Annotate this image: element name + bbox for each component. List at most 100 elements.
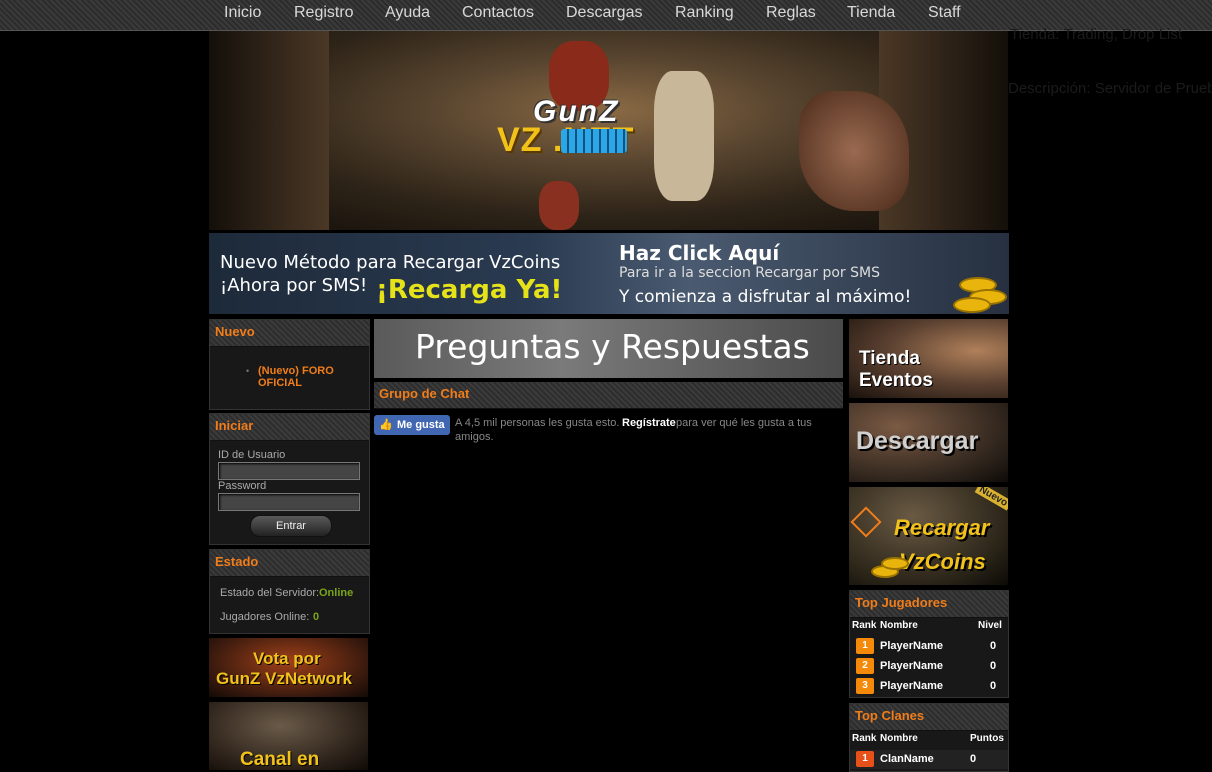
sms-click-sub2: Y comienza a disfrutar al máximo! <box>619 287 912 307</box>
login-title-bar: Iniciar <box>210 414 369 441</box>
recargar-banner[interactable]: Nuevo Recargar VzCoins <box>849 487 1008 585</box>
nav-inicio[interactable]: Inicio <box>224 4 261 22</box>
bullet-icon: • <box>246 366 250 376</box>
nav-reglas[interactable]: Reglas <box>766 4 816 22</box>
sms-recharge-banner[interactable]: Nuevo Método para Recargar VzCoins ¡Ahor… <box>209 233 1009 314</box>
clan-points: 0 <box>970 753 977 765</box>
nav-staff[interactable]: Staff <box>928 4 961 22</box>
top-players-col-rank: Rank <box>852 620 877 631</box>
tienda-eventos-banner[interactable]: Tienda Eventos <box>849 319 1008 398</box>
nav-contactos[interactable]: Contactos <box>462 4 534 22</box>
fb-like-text1: A 4,5 mil personas les gusta esto. <box>455 417 620 429</box>
player-level: 0 <box>990 680 997 692</box>
fb-like-button[interactable]: 👍 Me gusta <box>374 415 450 435</box>
header-character-girl <box>539 181 579 230</box>
fb-register-link[interactable]: Regístrate <box>622 417 676 429</box>
user-input[interactable] <box>218 462 360 480</box>
player-level: 0 <box>990 660 997 672</box>
descargar-label: Descargar <box>856 427 979 455</box>
player-level: 0 <box>990 640 997 652</box>
chat-panel-header: Grupo de Chat <box>374 382 843 409</box>
table-row[interactable]: 3 PlayerName 0 <box>850 677 1008 696</box>
top-players-panel: Top Jugadores Rank Nombre Nivel 1 Player… <box>849 590 1009 698</box>
rank-badge: 3 <box>856 678 874 694</box>
fb-like-label: Me gusta <box>397 419 445 431</box>
nav-registro[interactable]: Registro <box>294 4 354 22</box>
nav-descargas[interactable]: Descargas <box>566 4 642 22</box>
nuevo-title: Nuevo <box>215 324 255 339</box>
entrar-button[interactable]: Entrar <box>250 515 332 537</box>
player-name: PlayerName <box>880 680 943 692</box>
fb-like-text2: para ver qué les gusta a tus <box>676 417 812 429</box>
top-clans-col-points: Puntos <box>970 733 1004 744</box>
nav-ayuda[interactable]: Ayuda <box>385 4 430 22</box>
server-status-value: Online <box>319 587 354 599</box>
rank-badge: 1 <box>856 751 874 767</box>
faq-title: Preguntas y Respuestas <box>415 327 810 366</box>
header-wall-left <box>209 31 329 230</box>
sms-cta: ¡Recarga Ya! <box>376 275 563 305</box>
password-input[interactable] <box>218 493 360 511</box>
login-title: Iniciar <box>215 418 254 433</box>
sms-line1: Nuevo Método para Recargar VzCoins <box>220 252 561 273</box>
top-players-col-name: Nombre <box>880 620 918 631</box>
descargar-banner[interactable]: Descargar <box>849 403 1008 482</box>
login-panel: Iniciar ID de Usuario Password Entrar <box>209 413 370 545</box>
tienda-line2: Eventos <box>859 370 933 391</box>
top-clans-col-name: Nombre <box>880 733 918 744</box>
nav-ranking[interactable]: Ranking <box>675 4 734 22</box>
nuevo-title-bar: Nuevo <box>210 320 369 347</box>
rank-badge: 1 <box>856 638 874 654</box>
top-clans-title: Top Clanes <box>855 708 925 723</box>
top-players-col-level: Nivel <box>978 620 1002 631</box>
nuevo-item-foro[interactable]: (Nuevo) FORO OFICIAL <box>258 365 353 389</box>
top-clans-col-rank: Rank <box>852 733 877 744</box>
sms-click-title: Haz Click Aquí <box>619 241 780 265</box>
server-status-label: Estado del Servidor: <box>220 587 320 599</box>
player-name: PlayerName <box>880 660 943 672</box>
coin-icon <box>881 557 909 570</box>
players-online-label: Jugadores Online: <box>220 611 310 623</box>
player-name: PlayerName <box>880 640 943 652</box>
rank-badge: 2 <box>856 658 874 674</box>
top-players-title: Top Jugadores <box>855 595 948 610</box>
recargar-line1: Recargar <box>894 515 990 540</box>
diamond-icon <box>850 506 882 538</box>
canal-line1: Canal en <box>240 749 320 770</box>
clan-name: ClanName <box>880 753 934 765</box>
status-title-bar: Estado <box>210 550 369 577</box>
top-players-title-bar: Top Jugadores <box>850 591 1008 618</box>
coin-icon <box>953 297 991 313</box>
nav-tienda[interactable]: Tienda <box>847 4 895 22</box>
vote-banner[interactable]: Vota por GunZ VzNetwork <box>209 638 368 697</box>
table-row[interactable]: 1 PlayerName 0 <box>850 637 1008 656</box>
canal-banner[interactable]: Canal en <box>209 702 368 770</box>
stray-text-1: Tienda: Trading, Drop List <box>1010 26 1183 43</box>
site-logo[interactable]: GunZ VZ .NET <box>497 95 723 161</box>
user-label: ID de Usuario <box>218 449 286 461</box>
vote-line2: GunZ VzNetwork <box>216 669 353 688</box>
password-label: Password <box>218 480 267 492</box>
sms-click-sub: Para ir a la seccion Recargar por SMS <box>619 265 880 281</box>
vote-line1: Vota por <box>253 649 321 668</box>
chat-title: Grupo de Chat <box>379 386 470 401</box>
status-title: Estado <box>215 554 259 569</box>
chat-title-bar: Grupo de Chat <box>374 382 843 409</box>
stray-text-2: Descripción: Servidor de Pruebas: Tu <box>1008 80 1212 97</box>
tienda-line1: Tienda <box>859 348 920 369</box>
header-monster-claw <box>799 91 909 211</box>
sms-line2: ¡Ahora por SMS! <box>220 275 368 296</box>
thumbs-up-icon: 👍 <box>379 419 393 431</box>
space-invader-icon <box>561 129 627 153</box>
players-online-value: 0 <box>313 611 320 623</box>
faq-banner[interactable]: Preguntas y Respuestas <box>374 319 843 378</box>
top-clans-title-bar: Top Clanes <box>850 704 1008 731</box>
fb-like-text3: amigos. <box>455 431 494 443</box>
nuevo-panel: Nuevo • (Nuevo) FORO OFICIAL <box>209 319 370 410</box>
recargar-new-tag: Nuevo <box>974 487 1008 511</box>
table-row[interactable]: 1 ClanName 0 <box>850 750 1008 769</box>
recargar-line2: VzCoins <box>899 549 986 574</box>
status-panel: Estado Estado del Servidor: Online Jugad… <box>209 549 370 634</box>
top-clans-panel: Top Clanes Rank Nombre Puntos 1 ClanName… <box>849 703 1009 772</box>
table-row[interactable]: 2 PlayerName 0 <box>850 657 1008 676</box>
